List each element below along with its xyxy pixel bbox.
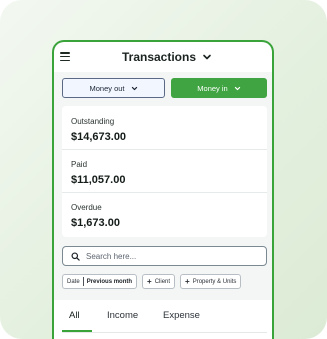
tab-expense[interactable]: Expense (163, 310, 200, 321)
tab-all[interactable]: All (69, 310, 80, 321)
client-filter-label: Client (154, 278, 171, 285)
summary-value: $11,057.00 (71, 174, 126, 186)
chevron-down-icon (203, 54, 211, 60)
summary-card: Outstanding $14,673.00 Paid $11,057.00 O… (62, 106, 267, 237)
summary-paid[interactable]: Paid $11,057.00 (71, 160, 125, 186)
client-filter-chip[interactable]: + Client (142, 274, 176, 289)
plus-icon: + (185, 276, 190, 286)
search-box[interactable] (62, 246, 267, 266)
hamburger-menu-icon[interactable] (60, 52, 70, 61)
summary-label: Overdue (71, 203, 102, 212)
tab-income[interactable]: Income (107, 310, 138, 321)
page-title: Transactions (121, 50, 197, 64)
transaction-tabs: All Income Expense (54, 300, 272, 339)
summary-value: $14,673.00 (71, 131, 127, 143)
divider (62, 149, 267, 150)
divider (82, 277, 84, 286)
divider (62, 332, 267, 333)
summary-overdue[interactable]: Overdue $1,673.00 (71, 203, 120, 229)
chevron-down-icon (234, 86, 240, 90)
search-input[interactable] (86, 251, 256, 261)
property-filter-chip[interactable]: + Property & Units (180, 274, 242, 289)
content-area: Money out Money in Outstanding $14,673.0… (54, 72, 272, 339)
summary-outstanding[interactable]: Outstanding $14,673.00 (71, 117, 126, 143)
search-icon (71, 251, 80, 261)
summary-value: $1,673.00 (71, 217, 120, 229)
money-in-label: Money in (197, 83, 228, 93)
chevron-down-icon (131, 86, 137, 90)
date-filter-chip[interactable]: Date Previous month (62, 274, 138, 289)
divider (62, 192, 267, 193)
plus-icon: + (147, 276, 152, 286)
summary-label: Outstanding (71, 117, 115, 126)
property-filter-label: Property & Units (192, 278, 237, 285)
money-in-button[interactable]: Money in (171, 78, 267, 98)
filter-bar: Date Previous month + Client + Property … (62, 274, 242, 289)
money-out-button[interactable]: Money out (62, 78, 165, 98)
date-filter-value: Previous month (86, 278, 133, 285)
phone-frame: Transactions Money out Money in Outstand… (52, 40, 274, 339)
summary-label: Paid (71, 160, 88, 169)
title-dropdown[interactable]: Transactions (122, 50, 212, 64)
date-filter-label: Date (67, 278, 80, 285)
top-bar: Transactions (54, 42, 272, 72)
money-out-label: Money out (89, 83, 125, 93)
